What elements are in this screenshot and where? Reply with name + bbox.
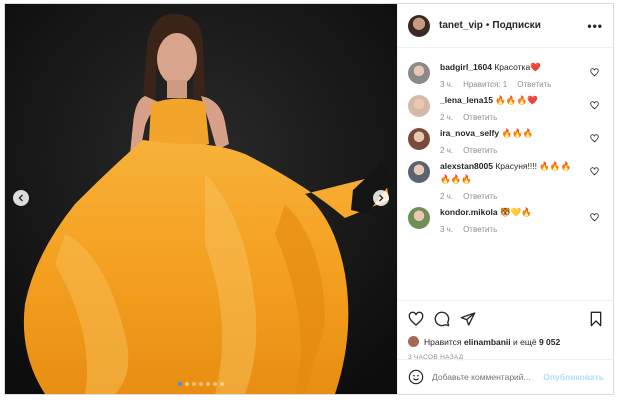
instagram-post: tanet_vip • Подписки ••• badgirl_1604 Кр… [4,3,614,395]
post-sidebar: tanet_vip • Подписки ••• badgirl_1604 Кр… [397,4,614,394]
comment-icon[interactable] [434,311,450,327]
commenter-avatar[interactable] [408,207,430,229]
chevron-left-icon [18,194,23,202]
commenter-username-link[interactable]: kondor.mikola [440,207,498,217]
header-separator: • [485,20,490,31]
more-options-button[interactable]: ••• [587,19,603,33]
liker-avatar [408,336,419,347]
commenter-avatar[interactable] [408,95,430,117]
paper-plane-icon[interactable] [460,311,476,327]
slide-dot [199,382,203,386]
publish-button[interactable]: Опубликовать [543,372,604,382]
bookmark-icon[interactable] [588,311,604,327]
comments-list[interactable]: badgirl_1604 Красотка❤️ 3 ч. Нравится: 1 От… [398,48,613,296]
slide-dot [178,382,182,386]
comment-item: ira_nova_selfy 🔥🔥🔥 2 ч. Ответить [398,122,613,155]
comment-like-heart-icon[interactable] [590,167,599,176]
comment-like-heart-icon[interactable] [590,101,599,110]
comment-likes-link[interactable]: Нравится: 1 [463,80,507,89]
reply-button[interactable]: Ответить [517,80,551,89]
slide-dot [213,382,217,386]
comment-input[interactable] [432,372,544,382]
post-actions: Нравится elinambanii и ещё 9 052 3 ЧАСОВ… [398,300,614,361]
comment-item: kondor.mikola 🐯💛🔥 3 ч. Ответить [398,201,613,234]
comment-time: 3 ч. [440,225,454,234]
comment-text: 🔥🔥🔥 [501,128,534,138]
post-photo[interactable] [5,4,397,394]
likes-summary: Нравится elinambanii и ещё 9 052 [408,336,604,347]
comment-item: _lena_lena15 🔥🔥🔥❤️ 2 ч. Ответить [398,89,613,122]
commenter-avatar[interactable] [408,62,430,84]
comment-text: Красотка❤️ [494,62,541,72]
commenter-username-link[interactable]: alexstan8005 [440,161,493,171]
comment-item: badgirl_1604 Красотка❤️ 3 ч. Нравится: 1 От… [398,56,613,89]
comment-item: alexstan8005 Красуня!!!! 🔥🔥🔥 🔥🔥🔥 2 ч. Отве… [398,155,613,201]
woman-in-orange-dress-image [5,4,397,394]
comment-like-heart-icon[interactable] [590,213,599,222]
comment-time: 2 ч. [440,146,454,155]
chevron-right-icon [379,194,384,202]
likes-count-link[interactable]: 9 052 [539,337,560,347]
comment-time: 3 ч. [440,80,454,89]
following-button[interactable]: Подписки [492,20,540,31]
likes-prefix: Нравится [424,336,462,347]
comment-like-heart-icon[interactable] [590,68,599,77]
comment-text: 🔥🔥🔥❤️ [495,95,538,105]
post-header: tanet_vip • Подписки ••• [398,4,613,48]
reply-button[interactable]: Ответить [463,146,497,155]
commenter-avatar[interactable] [408,128,430,150]
comment-like-heart-icon[interactable] [590,134,599,143]
reply-button[interactable]: Ответить [463,225,497,234]
comment-text: 🐯💛🔥 [500,207,532,217]
reply-button[interactable]: Ответить [463,192,497,201]
heart-outline-icon[interactable] [408,311,424,327]
likes-middle: и ещё [513,336,537,347]
slide-indicator [5,382,397,386]
comment-time: 2 ч. [440,113,454,122]
reply-button[interactable]: Ответить [463,113,497,122]
add-comment-bar: Опубликовать [398,359,614,394]
slide-dot [192,382,196,386]
commenter-username-link[interactable]: _lena_lena15 [440,95,493,105]
author-username-link[interactable]: tanet_vip [439,20,483,31]
commenter-username-link[interactable]: ira_nova_selfy [440,128,499,138]
slide-dot [206,382,210,386]
previous-slide-button[interactable] [13,190,29,206]
comment-time: 2 ч. [440,192,454,201]
slide-dot [185,382,189,386]
liker-username-link[interactable]: elinambanii [464,337,511,347]
commenter-username-link[interactable]: badgirl_1604 [440,62,492,72]
commenter-avatar[interactable] [408,161,430,183]
author-avatar[interactable] [408,14,430,37]
slide-dot [220,382,224,386]
next-slide-button[interactable] [373,190,389,206]
emoji-icon[interactable] [408,369,424,385]
